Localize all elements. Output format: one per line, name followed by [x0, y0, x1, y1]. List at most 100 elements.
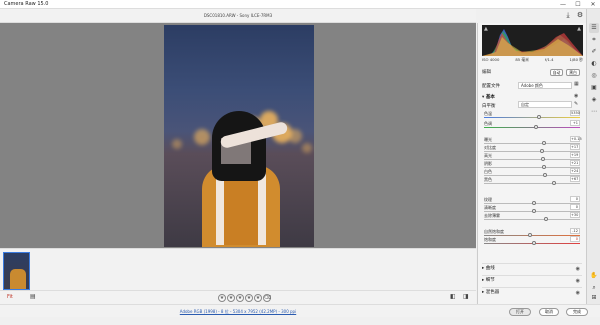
slider-track[interactable] [484, 235, 580, 236]
filmstrip-toggle-icon[interactable]: ▤ [30, 293, 36, 300]
minimize-icon[interactable]: — [556, 0, 570, 9]
zoom-tool-icon[interactable]: ⌕ [589, 283, 599, 293]
section-detail[interactable]: ▸ 细节 ◉ [482, 275, 582, 285]
slider-track[interactable] [484, 167, 580, 168]
section-color-mixer[interactable]: ▸ 混色器 ◉ [482, 287, 582, 297]
slider-value-field[interactable]: 5350 [570, 110, 580, 116]
eyedropper-icon[interactable]: ✎ [574, 101, 578, 107]
slider-row[interactable]: 白色 +24 [482, 168, 582, 177]
slider-row[interactable]: 阴影 +21 [482, 160, 582, 169]
settings-gear-icon[interactable]: ⚙ [575, 10, 585, 20]
presets-icon[interactable]: ◈ [589, 95, 599, 105]
slider-track[interactable] [484, 117, 580, 118]
more-options-icon[interactable]: ⋯ [589, 107, 599, 117]
red-eye-tool-icon[interactable]: ◎ [589, 71, 599, 81]
close-icon[interactable]: ✕ [586, 0, 600, 9]
star-icon[interactable]: ★ [218, 294, 226, 302]
title-bar: Camera Raw 15.0 — ☐ ✕ [0, 0, 600, 9]
snapshots-icon[interactable]: ▣ [589, 83, 599, 93]
visibility-eye-icon[interactable]: ◉ [574, 93, 578, 99]
delete-mark-icon[interactable]: ⌫ [263, 294, 271, 302]
slider-row[interactable]: 自然饱和度 -12 [482, 228, 582, 237]
slider-track[interactable] [484, 183, 580, 184]
hand-tool-icon[interactable]: ✋ [589, 271, 599, 281]
slider-row[interactable]: 色调 +1 [482, 120, 582, 129]
slider-value-field[interactable]: +1 [570, 120, 580, 126]
edit-tool-icon[interactable]: ☰ [589, 23, 599, 33]
slider-row[interactable]: 对比度 +17 [482, 144, 582, 153]
slider-row[interactable]: 去除薄雾 +30 [482, 212, 582, 221]
cancel-button[interactable]: 取消 [539, 308, 559, 316]
slider-row[interactable]: 黑色 +67 [482, 176, 582, 185]
slider-value-field[interactable]: +17 [570, 144, 580, 150]
visibility-eye-icon[interactable]: ◉ [576, 276, 580, 286]
slider-value-field[interactable]: +30 [570, 212, 580, 218]
slider-handle[interactable] [532, 241, 536, 245]
star-icon[interactable]: ★ [227, 294, 235, 302]
panel-title: 编辑 [482, 70, 491, 75]
maximize-icon[interactable]: ☐ [571, 0, 585, 9]
slider-row[interactable]: 饱和度 0 [482, 236, 582, 245]
before-after-icon[interactable]: ◨ [463, 293, 469, 300]
slider-value-field[interactable]: +21 [570, 160, 580, 166]
slider-track[interactable] [484, 159, 580, 160]
slider-value-field[interactable]: -12 [570, 228, 580, 234]
slider-value-field[interactable]: +24 [570, 168, 580, 174]
black-white-button[interactable]: 黑白 [566, 69, 580, 76]
slider-row[interactable]: 纹理 0 [482, 196, 582, 205]
slider-value-field[interactable]: +19 [570, 152, 580, 158]
slider-track[interactable] [484, 175, 580, 176]
profile-select[interactable]: Adobe 颜色 [518, 82, 572, 89]
star-icon[interactable]: ★ [245, 294, 253, 302]
healing-tool-icon[interactable]: ✐ [589, 47, 599, 57]
star-icon[interactable]: ★ [254, 294, 262, 302]
zoom-dropdown[interactable]: Fit [7, 294, 13, 300]
slider-value-field[interactable]: 0 [570, 196, 580, 202]
done-button[interactable]: 完成 [566, 308, 588, 316]
section-curve-label: 曲线 [485, 266, 495, 271]
file-name: DSC01810.ARW - Sony ILCE-7RM3 [203, 13, 273, 18]
slider-track[interactable] [484, 219, 580, 220]
slider-row[interactable]: 清晰度 0 [482, 204, 582, 213]
star-rating[interactable]: ★ ★ ★ ★ ★ ⌫ [218, 294, 272, 302]
slider-track[interactable] [484, 127, 580, 128]
slider-value-field[interactable]: +67 [570, 176, 580, 182]
slider-value-field[interactable]: 0 [570, 236, 580, 242]
slider-handle[interactable] [537, 115, 541, 119]
star-icon[interactable]: ★ [236, 294, 244, 302]
section-basic[interactable]: ▾ 基本 [482, 94, 495, 100]
visibility-eye-icon[interactable]: ◉ [576, 264, 580, 274]
bottom-toolbar: Fit ▤ ★ ★ ★ ★ ★ ⌫ ◧ ◨ [0, 290, 476, 304]
save-icon[interactable]: ⤓ [563, 10, 573, 20]
grid-toggle-icon[interactable]: ⊞ [589, 293, 599, 303]
open-button[interactable]: 打开 [509, 308, 531, 316]
section-curve[interactable]: ▸ 曲线 ◉ [482, 263, 582, 273]
slider-handle[interactable] [534, 125, 538, 129]
window-title: Camera Raw 15.0 [4, 1, 49, 7]
slider-row[interactable]: 高光 +19 [482, 152, 582, 161]
crop-tool-icon[interactable]: ⌗ [589, 35, 599, 45]
workflow-options-link[interactable]: Adobe RGB (1998) - 8 位 - 5304 x 7952 (42… [0, 309, 476, 315]
slider-handle[interactable] [544, 217, 548, 221]
slider-track[interactable] [484, 143, 580, 144]
visibility-eye-icon[interactable]: ◉ [576, 288, 580, 298]
mask-tool-icon[interactable]: ◐ [589, 59, 599, 69]
filmstrip [0, 248, 476, 290]
highlight-clipping-icon[interactable]: ▲ [577, 26, 581, 32]
slider-row[interactable]: 曝光 +0.15 [482, 136, 582, 145]
slider-value-field[interactable]: +0.15 [570, 136, 582, 142]
filmstrip-thumbnail[interactable] [3, 252, 30, 290]
slider-row[interactable]: 色温 5350 [482, 110, 582, 119]
image-canvas[interactable] [0, 23, 476, 248]
slider-handle[interactable] [552, 181, 556, 185]
tool-strip: ☰ ⌗ ✐ ◐ ◎ ▣ ◈ ⋯ ✋ ⌕ ⊞ [586, 9, 600, 304]
white-balance-select[interactable]: 自定 [518, 101, 572, 108]
edit-panel: ▲ ▲ ISO 4000 85 毫米 f/1.4 1/80 秒 编辑 自动 黑白… [477, 23, 586, 304]
shadow-clipping-icon[interactable]: ▲ [484, 26, 488, 32]
slider-track[interactable] [484, 151, 580, 152]
auto-button[interactable]: 自动 [550, 69, 563, 76]
compare-view-icon[interactable]: ◧ [450, 293, 456, 300]
section-detail-label: 细节 [485, 278, 495, 283]
slider-value-field[interactable]: 0 [570, 204, 580, 210]
profile-browser-icon[interactable]: ▦ [574, 81, 579, 87]
